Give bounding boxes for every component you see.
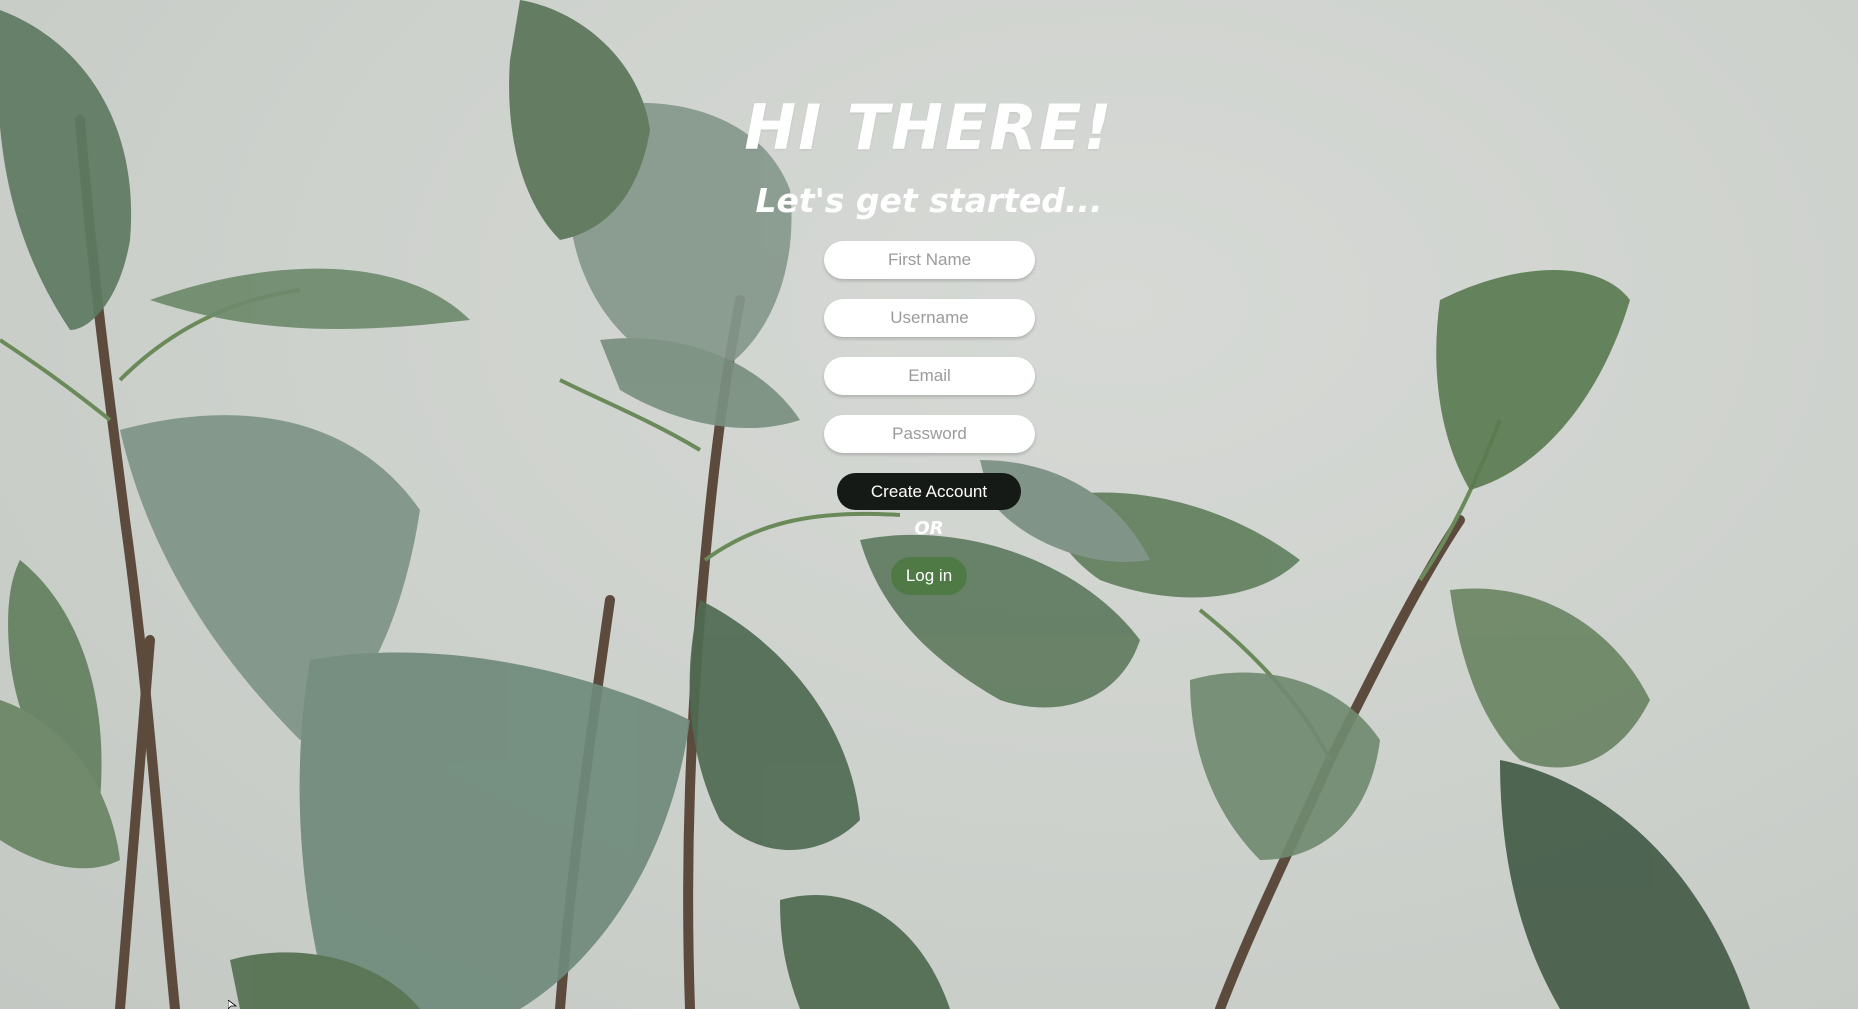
first-name-input[interactable] xyxy=(824,241,1035,279)
password-input[interactable] xyxy=(824,415,1035,453)
page-subtitle: Let's get started... xyxy=(755,181,1103,220)
page-title: HI THERE! xyxy=(744,91,1114,164)
login-button[interactable]: Log in xyxy=(891,557,967,595)
username-input[interactable] xyxy=(824,299,1035,337)
signup-form: HI THERE! Let's get started... Create Ac… xyxy=(0,0,1858,1009)
or-divider-text: OR xyxy=(914,518,944,539)
create-account-button[interactable]: Create Account xyxy=(837,473,1021,510)
mouse-cursor-icon xyxy=(228,1000,238,1009)
email-input[interactable] xyxy=(824,357,1035,395)
